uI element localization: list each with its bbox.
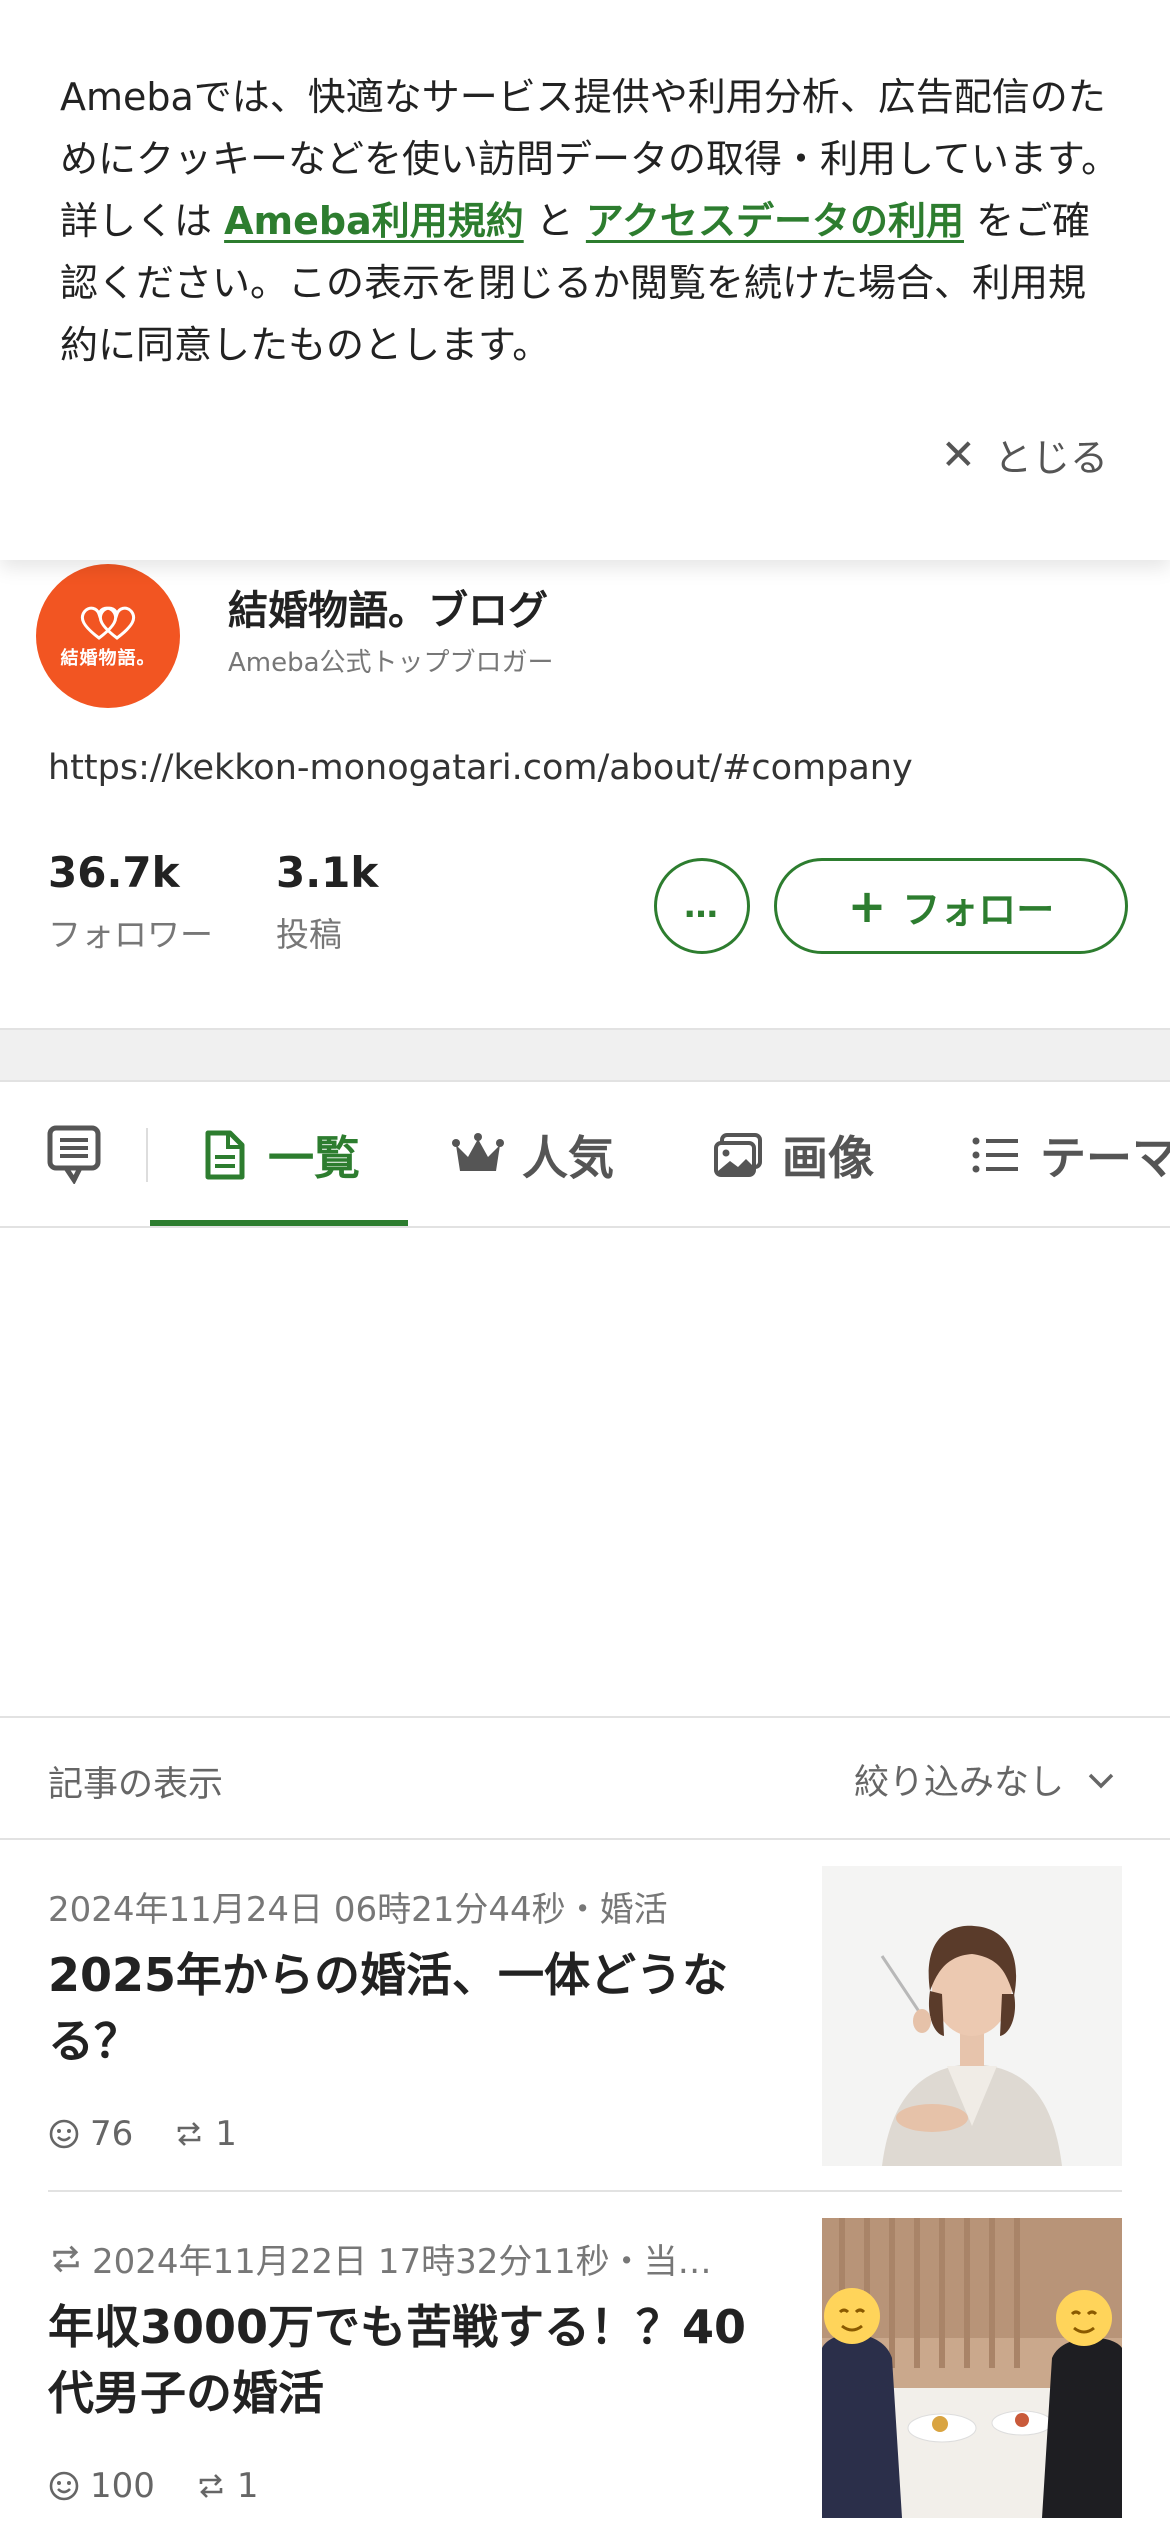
plus-icon: + bbox=[847, 879, 887, 933]
filter-label: 記事の表示 bbox=[48, 1765, 224, 1805]
article-thumbnail[interactable] bbox=[822, 1866, 1122, 2166]
article-stats: 76 1 bbox=[48, 2114, 237, 2154]
tab-bar: 一覧 人気 画像 テーマ bbox=[0, 1082, 1170, 1228]
blogger-role: Ameba公式トップブロガー bbox=[228, 648, 554, 678]
article-meta: 2024年11月22日 17時32分11秒・当… bbox=[48, 2234, 712, 2283]
tab-popular-label: 人気 bbox=[522, 1131, 614, 1185]
reblogs-stat[interactable]: 1 bbox=[173, 2114, 237, 2154]
reblogs-count: 1 bbox=[236, 2466, 259, 2506]
cookie-banner: Amebaでは、快適なサービス提供や利用分析、広告配信のためにクッキーなどを使い… bbox=[0, 0, 1170, 560]
reblog-icon bbox=[177, 2122, 201, 2146]
avatar-logo-text: 結婚物語。 bbox=[60, 648, 156, 669]
dinner-photo-image bbox=[822, 2218, 1122, 2518]
reblog-icon bbox=[53, 2245, 79, 2272]
woman-portrait-image bbox=[822, 1866, 1122, 2166]
follow-button[interactable]: + フォロー bbox=[774, 858, 1128, 954]
close-cookie-button[interactable]: ✕ とじる bbox=[941, 424, 1108, 484]
image-icon bbox=[714, 1133, 762, 1177]
follow-label: フォロー bbox=[902, 887, 1055, 932]
close-label: とじる bbox=[993, 435, 1108, 480]
article-meta: 2024年11月24日 06時21分44秒・婚活 bbox=[48, 1882, 668, 1931]
article-title[interactable]: 2025年からの婚活、一体どうなる？ bbox=[48, 1942, 768, 2074]
likes-stat[interactable]: 100 bbox=[48, 2466, 155, 2506]
smile-icon bbox=[49, 2471, 79, 2501]
article-divider bbox=[48, 2190, 1122, 2192]
article-item[interactable]: 2024年11月24日 06時21分44秒・婚活 2025年からの婚活、一体どう… bbox=[0, 1842, 1170, 2192]
crown-icon bbox=[452, 1133, 504, 1171]
article-item[interactable]: 2024年11月22日 17時32分11秒・当… 年収3000万でも苦戦する！？… bbox=[0, 2194, 1170, 2532]
tab-popular[interactable]: 人気 bbox=[452, 1082, 614, 1226]
followers-label: フォロワー bbox=[48, 915, 213, 954]
reblogs-count: 1 bbox=[215, 2114, 237, 2154]
chevron-down-icon bbox=[1088, 1773, 1114, 1788]
hearts-logo-icon bbox=[80, 606, 136, 640]
reblogs-stat[interactable]: 1 bbox=[195, 2466, 259, 2506]
active-tab-indicator bbox=[150, 1220, 408, 1226]
likes-count: 76 bbox=[90, 2114, 134, 2154]
blog-name[interactable]: 結婚物語。ブログ bbox=[228, 578, 548, 636]
article-thumbnail[interactable] bbox=[822, 2218, 1122, 2518]
tab-themes-label: テーマ bbox=[1040, 1131, 1170, 1185]
smile-icon bbox=[49, 2119, 79, 2149]
ellipsis-icon: … bbox=[684, 886, 720, 926]
article-title[interactable]: 年収3000万でも苦戦する！？40代男子の婚活 bbox=[48, 2294, 768, 2426]
filter-value: 絞り込みなし bbox=[853, 1763, 1064, 1803]
tab-images[interactable]: 画像 bbox=[712, 1082, 874, 1226]
article-meta-text: 2024年11月22日 17時32分11秒・当… bbox=[92, 2242, 712, 2282]
article-filter-row: 記事の表示 絞り込みなし bbox=[0, 1716, 1170, 1840]
tab-list-label: 一覧 bbox=[268, 1131, 360, 1185]
terms-link[interactable]: Ameba利用規約 bbox=[224, 199, 524, 243]
tab-divider bbox=[146, 1128, 148, 1182]
profile-url[interactable]: https://kekkon-monogatari.com/about/#com… bbox=[48, 748, 913, 788]
close-icon: ✕ bbox=[940, 429, 976, 479]
reblog-icon bbox=[199, 2474, 223, 2498]
likes-stat[interactable]: 76 bbox=[48, 2114, 133, 2154]
likes-count: 100 bbox=[90, 2466, 155, 2506]
access-data-link[interactable]: アクセスデータの利用 bbox=[586, 199, 964, 243]
posts-label: 投稿 bbox=[276, 915, 342, 954]
cookie-text-part: と bbox=[523, 199, 586, 243]
avatar[interactable]: 結婚物語。 bbox=[36, 564, 180, 708]
more-options-button[interactable]: … bbox=[654, 858, 750, 954]
article-meta-text: 2024年11月24日 06時21分44秒・婚活 bbox=[48, 1890, 668, 1930]
tab-list[interactable]: 一覧 bbox=[198, 1082, 360, 1226]
document-icon bbox=[205, 1130, 245, 1180]
filter-select[interactable]: 絞り込みなし bbox=[854, 1754, 1118, 1805]
comment-list-icon[interactable] bbox=[46, 1124, 102, 1184]
article-stats: 100 1 bbox=[48, 2466, 259, 2506]
tab-themes[interactable]: テーマ bbox=[970, 1082, 1170, 1226]
posts-count: 3.1k bbox=[276, 848, 379, 897]
tab-images-label: 画像 bbox=[782, 1131, 874, 1185]
cookie-notice-text: Amebaでは、快適なサービス提供や利用分析、広告配信のためにクッキーなどを使い… bbox=[60, 66, 1120, 376]
followers-count[interactable]: 36.7k bbox=[48, 848, 180, 897]
list-icon bbox=[972, 1137, 1018, 1173]
section-separator bbox=[0, 1028, 1170, 1082]
